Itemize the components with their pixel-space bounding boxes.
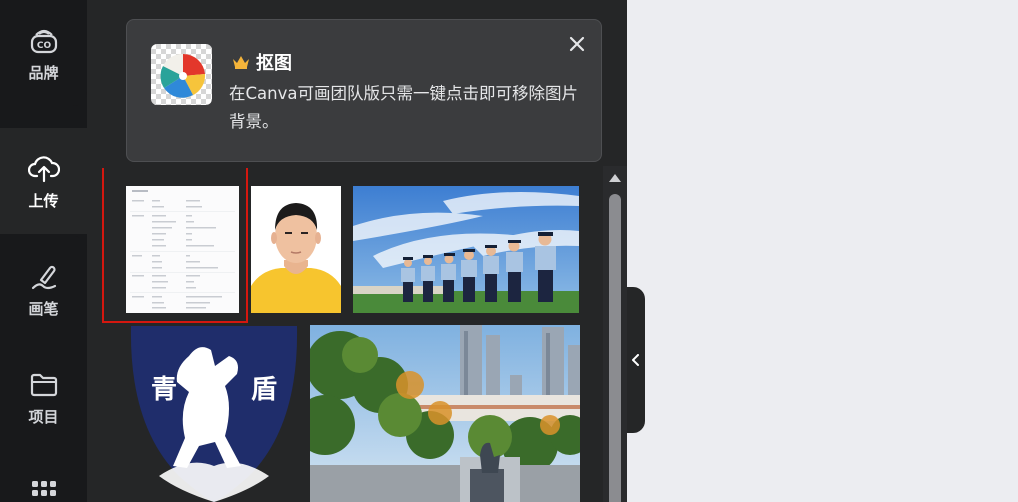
selection-outline bbox=[102, 168, 248, 323]
crown-icon bbox=[233, 56, 249, 69]
uploads-grid: 青 盾 bbox=[101, 168, 601, 502]
rail-item-upload[interactable]: 上传 bbox=[0, 128, 87, 234]
rail-item-label: 上传 bbox=[28, 191, 59, 210]
rail-item-brand[interactable]: CO 品牌 bbox=[0, 0, 87, 106]
promo-description: 在Canva可画团队版只需一键点击即可移除图片背景。 bbox=[229, 84, 578, 131]
emblem-char-left: 青 bbox=[151, 375, 177, 405]
svg-text:CO: CO bbox=[36, 41, 51, 51]
scroll-up-arrow-icon[interactable] bbox=[609, 174, 621, 182]
brand-kit-icon: CO bbox=[27, 24, 61, 58]
uploads-scrollbar[interactable] bbox=[603, 166, 627, 502]
upload-thumb-parade[interactable] bbox=[353, 186, 579, 313]
rail-item-label: 项目 bbox=[28, 407, 59, 426]
emblem-char-right: 盾 bbox=[251, 375, 277, 405]
design-canvas-area[interactable] bbox=[627, 0, 1018, 502]
pen-draw-icon bbox=[27, 260, 61, 294]
rail-item-label: 品牌 bbox=[28, 63, 59, 82]
scrollbar-thumb[interactable] bbox=[609, 194, 621, 502]
background-remover-promo: 抠图 在Canva可画团队版只需一键点击即可移除图片背景。 bbox=[126, 19, 602, 162]
cloud-upload-icon bbox=[27, 152, 61, 186]
rail-item-label: 画笔 bbox=[28, 299, 59, 318]
collapse-panel-button[interactable] bbox=[627, 287, 645, 433]
rail-item-draw[interactable]: 画笔 bbox=[0, 236, 87, 342]
uploads-panel: 抠图 在Canva可画团队版只需一键点击即可移除图片背景。 青 盾 bbox=[87, 0, 627, 502]
left-rail: CO 品牌 上传 画笔 项目 bbox=[0, 0, 87, 502]
upload-thumb-emblem[interactable]: 青 盾 bbox=[129, 326, 299, 502]
beach-ball-thumbnail bbox=[151, 44, 212, 105]
apps-grid-icon bbox=[27, 480, 61, 502]
chevron-left-icon bbox=[632, 354, 639, 366]
upload-thumb-portrait[interactable] bbox=[251, 186, 341, 313]
upload-thumb-campus[interactable] bbox=[310, 325, 580, 502]
folder-icon bbox=[27, 368, 61, 402]
rail-item-projects[interactable]: 项目 bbox=[0, 344, 87, 450]
rail-item-apps[interactable] bbox=[0, 450, 87, 502]
close-icon[interactable] bbox=[567, 34, 587, 54]
promo-title: 抠图 bbox=[232, 49, 292, 75]
promo-title-text: 抠图 bbox=[256, 53, 292, 74]
